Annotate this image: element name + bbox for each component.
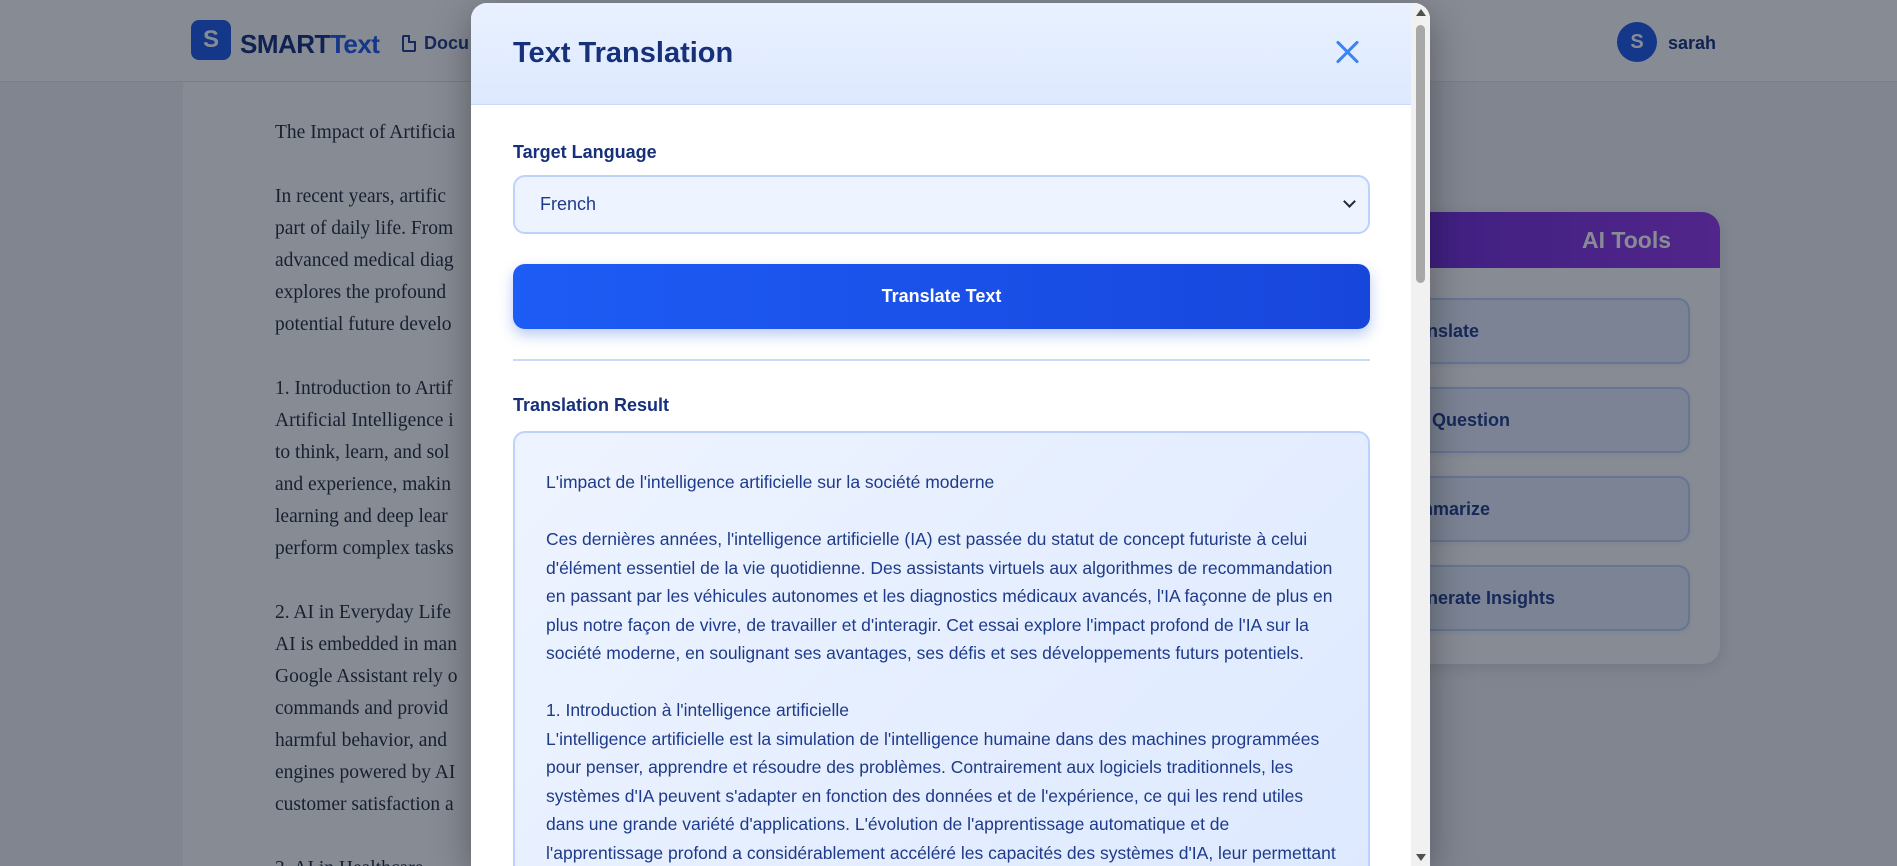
divider xyxy=(513,359,1370,361)
target-language-select[interactable]: French xyxy=(513,175,1370,234)
translate-text-button[interactable]: Translate Text xyxy=(513,264,1370,329)
modal-title: Text Translation xyxy=(513,37,734,69)
close-icon[interactable] xyxy=(1334,39,1360,65)
scrollbar-thumb[interactable] xyxy=(1416,25,1425,283)
chevron-down-icon xyxy=(1343,195,1356,208)
selected-language: French xyxy=(540,194,597,214)
translation-result-label: Translation Result xyxy=(513,395,670,415)
modal-scrollbar[interactable] xyxy=(1411,3,1430,866)
modal-header: Text Translation xyxy=(471,3,1411,105)
scroll-down-arrow-icon[interactable] xyxy=(1416,854,1426,861)
translation-result-text: L'impact de l'intelligence artificielle … xyxy=(513,431,1370,866)
translation-modal: Text Translation Target Language French … xyxy=(471,3,1430,866)
target-language-label: Target Language xyxy=(513,142,657,162)
scroll-up-arrow-icon[interactable] xyxy=(1416,9,1426,16)
